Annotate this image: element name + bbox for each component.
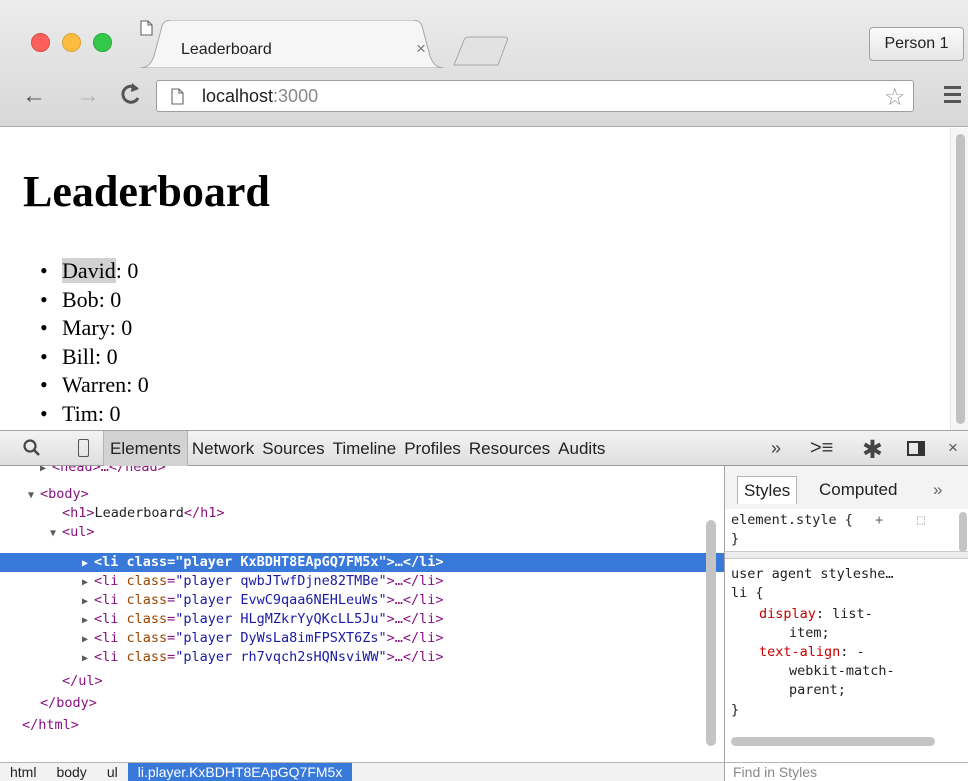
breadcrumb-body[interactable]: body: [46, 763, 96, 781]
dock-side-icon[interactable]: [907, 441, 925, 456]
player-item[interactable]: David: 0: [40, 257, 149, 286]
find-in-styles-input[interactable]: Find in Styles: [725, 762, 968, 781]
breadcrumb-ul[interactable]: ul: [97, 763, 128, 781]
tree-node-ul-close[interactable]: </ul>: [0, 672, 724, 691]
document-icon: [140, 20, 153, 36]
expand-triangle-icon[interactable]: ▶: [82, 573, 94, 592]
close-devtools-icon[interactable]: ×: [948, 438, 958, 458]
elements-tree: ▶ <head>…</head> ▼ <body> <h1>Leaderboard<…: [0, 466, 724, 762]
reload-icon[interactable]: [118, 80, 142, 108]
rule-separator: [725, 551, 968, 559]
element-style-selector[interactable]: element.style {: [731, 511, 853, 530]
browser-tab[interactable]: Leaderboard ×: [140, 20, 444, 68]
new-tab-button[interactable]: [452, 36, 510, 66]
element-state-icon[interactable]: ⬚: [917, 511, 925, 530]
expand-triangle-icon[interactable]: ▶: [82, 592, 94, 611]
minimize-window-button[interactable]: [62, 33, 81, 52]
close-window-button[interactable]: [31, 33, 50, 52]
ua-stylesheet-label: user agent styleshe…: [731, 566, 894, 582]
css-value-text-align-cont[interactable]: parent;: [789, 681, 846, 700]
expand-triangle-icon[interactable]: ▶: [82, 630, 94, 649]
css-property-display[interactable]: display: list-: [759, 605, 873, 624]
elements-scrollbar-thumb[interactable]: [706, 520, 716, 746]
profile-button[interactable]: Person 1: [869, 27, 964, 61]
player-list: David: 0 Bob: 0 Mary: 0 Bill: 0 Warren: …: [40, 257, 149, 429]
page-title: Leaderboard: [23, 167, 270, 216]
styles-vertical-scrollbar[interactable]: [959, 512, 967, 552]
page-scrollbar[interactable]: [950, 128, 968, 430]
css-property-text-align[interactable]: text-align: -: [759, 643, 865, 662]
tree-node-body-close[interactable]: </body>: [0, 694, 724, 713]
more-tabs-chevron-icon[interactable]: »: [771, 438, 781, 459]
styles-tabs: Styles Computed »: [725, 466, 968, 509]
forward-arrow-icon[interactable]: →: [76, 82, 100, 110]
tab-title: Leaderboard: [181, 41, 272, 58]
player-item[interactable]: Mary: 0: [40, 314, 149, 343]
more-panes-chevron-icon[interactable]: »: [933, 476, 942, 503]
tree-node-li[interactable]: ▶ <li class="player DyWsLa8imFPSXT6Zs">…<…: [0, 629, 724, 648]
page-viewport: Leaderboard David: 0 Bob: 0 Mary: 0 Bill…: [0, 128, 968, 430]
player-item[interactable]: Warren: 0: [40, 371, 149, 400]
collapse-triangle-icon[interactable]: ▼: [50, 524, 62, 543]
inspect-search-icon[interactable]: [22, 438, 42, 458]
tree-node-li[interactable]: ▶ <li class="player qwbJTwfDjne82TMBe">…<…: [0, 572, 724, 591]
tab-elements[interactable]: Elements: [103, 431, 188, 466]
back-arrow-icon[interactable]: ←: [22, 82, 46, 110]
tab-profiles[interactable]: Profiles: [400, 431, 465, 466]
page-info-icon[interactable]: [171, 88, 184, 105]
collapse-triangle-icon[interactable]: ▼: [28, 486, 40, 505]
tree-node-li-selected[interactable]: ▶ <li class="player KxBDHT8EApGQ7FM5x">…<…: [0, 553, 724, 572]
li-selector[interactable]: li {: [731, 584, 764, 603]
tree-node-li[interactable]: ▶ <li class="player EvwC9qaa6NEHLeuWs">…<…: [0, 591, 724, 610]
zoom-window-button[interactable]: [93, 33, 112, 52]
css-value-display[interactable]: item;: [789, 624, 830, 643]
tree-node-ul[interactable]: ▼ <ul>: [0, 523, 724, 542]
tree-node-head[interactable]: ▶ <head>…</head>: [0, 466, 724, 477]
tree-node-body[interactable]: ▼ <body>: [0, 485, 724, 504]
tab-computed[interactable]: Computed: [819, 476, 897, 503]
breadcrumb-html[interactable]: html: [0, 763, 46, 781]
styles-horizontal-scrollbar[interactable]: [731, 737, 935, 746]
tab-timeline[interactable]: Timeline: [329, 431, 401, 466]
elements-scrollbar[interactable]: [706, 520, 718, 750]
tab-sources[interactable]: Sources: [258, 431, 328, 466]
tree-node-li[interactable]: ▶ <li class="player rh7vqch2sHQNsviWW">…<…: [0, 648, 724, 667]
star-icon[interactable]: ☆: [884, 83, 906, 112]
rule-close-brace: }: [731, 531, 740, 547]
expand-triangle-icon[interactable]: ▶: [82, 611, 94, 630]
expand-triangle-icon[interactable]: ▶: [40, 466, 52, 478]
rule-close-brace: }: [731, 702, 740, 718]
player-item[interactable]: Bob: 0: [40, 286, 149, 315]
tab-styles[interactable]: Styles: [737, 476, 798, 504]
browser-chrome: Leaderboard × Person 1 ← → localhost:300…: [0, 0, 968, 127]
tab-close-icon[interactable]: ×: [416, 39, 426, 59]
hamburger-menu-icon[interactable]: [944, 86, 961, 107]
player-item[interactable]: Bill: 0: [40, 343, 149, 372]
console-drawer-icon[interactable]: >≡: [810, 437, 833, 460]
tab-audits[interactable]: Audits: [554, 431, 609, 466]
address-bar[interactable]: localhost:3000 ☆: [156, 80, 914, 112]
tree-node-li[interactable]: ▶ <li class="player HLgMZkrYyQKcLL5Ju">…<…: [0, 610, 724, 629]
styles-pane: Styles Computed » element.style { + ⬚ } …: [724, 466, 968, 781]
new-style-rule-icon[interactable]: +: [875, 511, 883, 530]
tab-network[interactable]: Network: [188, 431, 258, 466]
breadcrumb-li-selected[interactable]: li.player.KxBDHT8EApGQ7FM5x: [127, 762, 353, 781]
tab-resources[interactable]: Resources: [465, 431, 554, 466]
page-scrollbar-thumb[interactable]: [956, 134, 965, 424]
devtools-toolbar: Elements Network Sources Timeline Profil…: [0, 430, 968, 466]
css-value-text-align[interactable]: webkit-match-: [789, 662, 895, 681]
device-mode-icon[interactable]: [78, 439, 89, 457]
expand-triangle-icon[interactable]: ▶: [82, 649, 94, 668]
breadcrumb: html body ul li.player.KxBDHT8EApGQ7FM5x: [0, 762, 724, 781]
devtools-tabs: Elements Network Sources Timeline Profil…: [103, 431, 609, 466]
expand-triangle-icon[interactable]: ▶: [82, 554, 94, 573]
url-text: localhost:3000: [202, 86, 319, 106]
tree-node-html-close[interactable]: </html>: [0, 716, 724, 735]
tree-node-h1[interactable]: <h1>Leaderboard</h1>: [0, 504, 724, 523]
gear-icon[interactable]: ✱: [862, 435, 883, 465]
player-item[interactable]: Tim: 0: [40, 400, 149, 429]
